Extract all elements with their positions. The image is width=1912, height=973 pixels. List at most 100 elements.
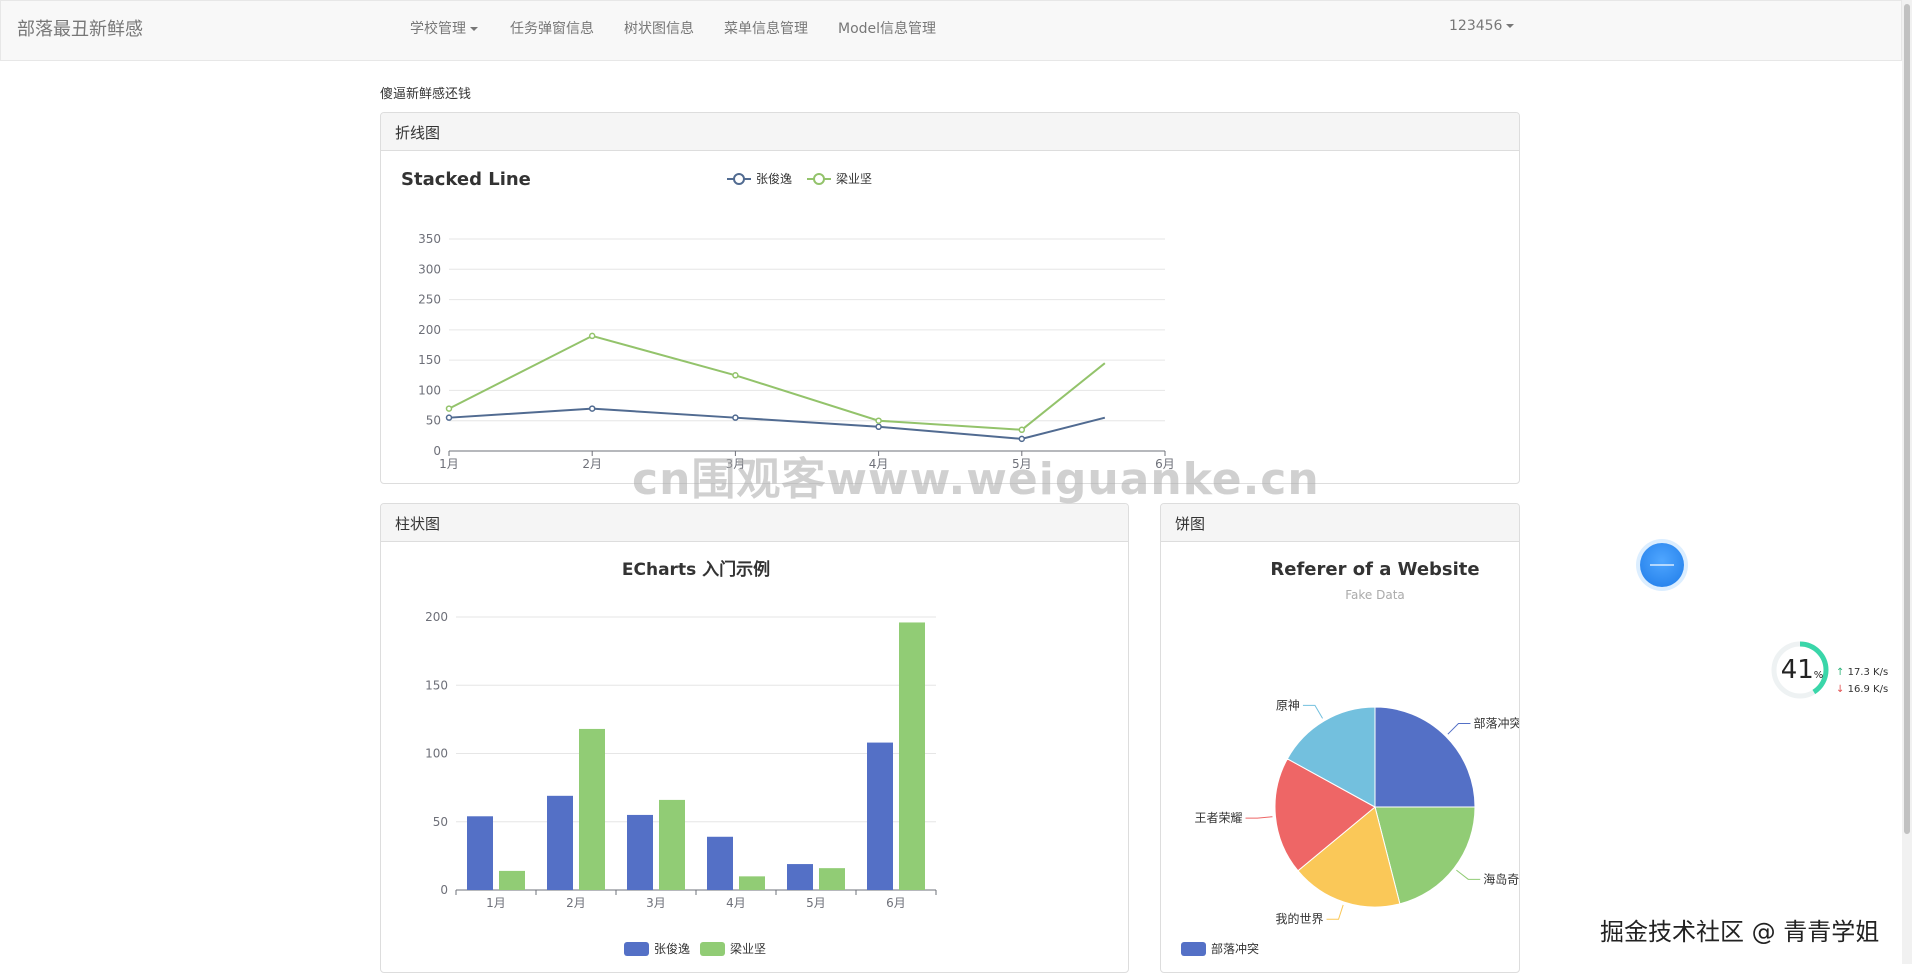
up-arrow-icon: ↑ [1836,667,1845,678]
x-tick-label: 3月 [646,896,666,910]
y-tick-label: 200 [425,610,448,624]
slice-label: 我的世界 [1276,911,1324,926]
legend-swatch [624,942,649,956]
data-point [875,417,882,424]
y-tick-label: 250 [418,293,441,307]
x-tick-label: 6月 [886,896,906,910]
y-tick-label: 50 [426,414,441,428]
data-point [1018,426,1026,434]
navbar-brand[interactable]: 部落最丑新鲜感 [17,15,143,41]
y-tick-label: 100 [418,383,441,397]
data-point [588,332,596,340]
y-tick-label: 300 [418,262,441,276]
legend-label: 部落冲突 [1211,941,1259,956]
line-chart: Stacked Line 张俊逸 梁业坚 0 50 100 150 200 250 300 350 1… [401,169,1175,471]
site-watermark: cn围观客www.weiguanke.cn [632,454,1320,505]
bar [659,799,685,890]
pie-chart-panel: 饼图 Referer of a WebsiteFake Data部落冲突海岛奇兵… [1160,503,1520,973]
caret-down-icon [470,27,478,31]
bar [867,742,893,890]
top-navbar: 部落最丑新鲜感 学校管理 任务弹窗信息 树状图信息 菜单信息管理 Model信息… [0,0,1902,61]
nav-item-task-popup[interactable]: 任务弹窗信息 [510,18,594,38]
speed-percent: 41% [1772,655,1832,685]
label-leader-line [1456,869,1481,880]
user-name: 123456 [1449,18,1503,34]
bar [899,622,925,890]
caret-down-icon [1506,24,1515,28]
nav-item-model-management[interactable]: Model信息管理 [838,18,936,38]
panel-heading: 柱状图 [381,504,1128,542]
legend-label: 张俊逸 [756,171,792,186]
label-leader-line [1302,704,1323,719]
pie-chart: Referer of a WebsiteFake Data部落冲突海岛奇兵我的世… [1181,559,1520,956]
assistant-icon [1650,564,1674,566]
y-tick-label: 0 [433,444,441,458]
percent-unit: % [1813,670,1824,681]
x-tick-label: 2月 [582,457,602,471]
x-tick-label: 2月 [566,896,586,910]
bar [499,870,525,890]
legend-marker [733,173,745,185]
panel-heading: 折线图 [381,113,1519,151]
data-point [588,405,596,412]
data-point [875,423,882,431]
label-leader-line [1245,816,1273,819]
down-arrow-icon: ↓ [1836,684,1845,695]
y-tick-label: 100 [425,747,448,761]
y-tick-label: 50 [433,815,448,829]
download-speed: ↓ 16.9 K/s [1836,684,1888,695]
floating-assistant-button[interactable] [1640,543,1684,587]
download-value: 16.9 K/s [1847,684,1889,695]
legend-label: 张俊逸 [654,941,690,956]
chart-title: ECharts 入门示例 [622,559,770,580]
data-point [732,372,739,379]
bar [787,864,813,890]
bar-chart: ECharts 入门示例 0 50 100 150 200 1月 2月 3月 4月 5月 6月张俊逸 梁… [425,559,937,956]
x-tick-label: 5月 [806,896,826,910]
nav-item-tree-chart[interactable]: 树状图信息 [624,18,694,38]
panel-heading: 饼图 [1161,504,1519,542]
legend-label: 梁业坚 [730,941,766,956]
bar [547,795,573,890]
scrollbar-thumb[interactable] [1904,4,1910,834]
corner-watermark: 掘金技术社区 @ 青青学姐 [1600,918,1880,946]
x-tick-label: 1月 [439,457,459,471]
slice-label: 海岛奇兵 [1483,871,1520,886]
legend-marker [813,173,825,185]
bar [819,868,845,890]
y-tick-label: 200 [418,323,441,337]
line-chart-panel: 折线图 Stacked Line 张俊逸 梁业坚 0 50 100 150 200 250 300… [380,112,1520,484]
page-subtitle: 傻逼新鲜感还钱 [380,87,472,102]
network-speed-widget[interactable]: 41% ↑ 17.3 K/s ↓ 16.9 K/s [1770,640,1890,704]
nav-item-label: 学校管理 [410,21,466,37]
nav-item-school-management[interactable]: 学校管理 [410,18,478,38]
data-point [1018,435,1026,443]
x-tick-label: 4月 [726,896,746,910]
legend-swatch [1181,942,1206,956]
bar [579,728,605,890]
slice-label: 原神 [1276,698,1300,712]
slice-label: 部落冲突 [1473,716,1520,731]
data-point [445,405,453,412]
y-tick-label: 0 [440,883,448,897]
x-tick-label: 1月 [486,896,506,910]
vertical-scrollbar[interactable] [1902,0,1912,964]
bar [739,876,765,890]
nav-item-menu-management[interactable]: 菜单信息管理 [724,18,808,38]
pie-slice [1374,706,1476,808]
legend-label: 梁业坚 [836,171,872,186]
data-point [732,414,739,421]
bar [467,816,493,890]
y-tick-label: 150 [418,353,441,367]
legend-swatch [700,942,725,956]
upload-speed: ↑ 17.3 K/s [1836,667,1888,678]
bar [627,814,653,890]
slice-label: 王者荣耀 [1195,811,1243,825]
label-leader-line [1326,904,1344,920]
upload-value: 17.3 K/s [1847,667,1889,678]
y-tick-label: 150 [425,678,448,692]
chart-subtitle: Fake Data [1345,588,1405,602]
percent-value: 41 [1780,655,1814,685]
user-menu[interactable]: 123456 [1449,18,1515,34]
label-leader-line [1447,723,1471,735]
